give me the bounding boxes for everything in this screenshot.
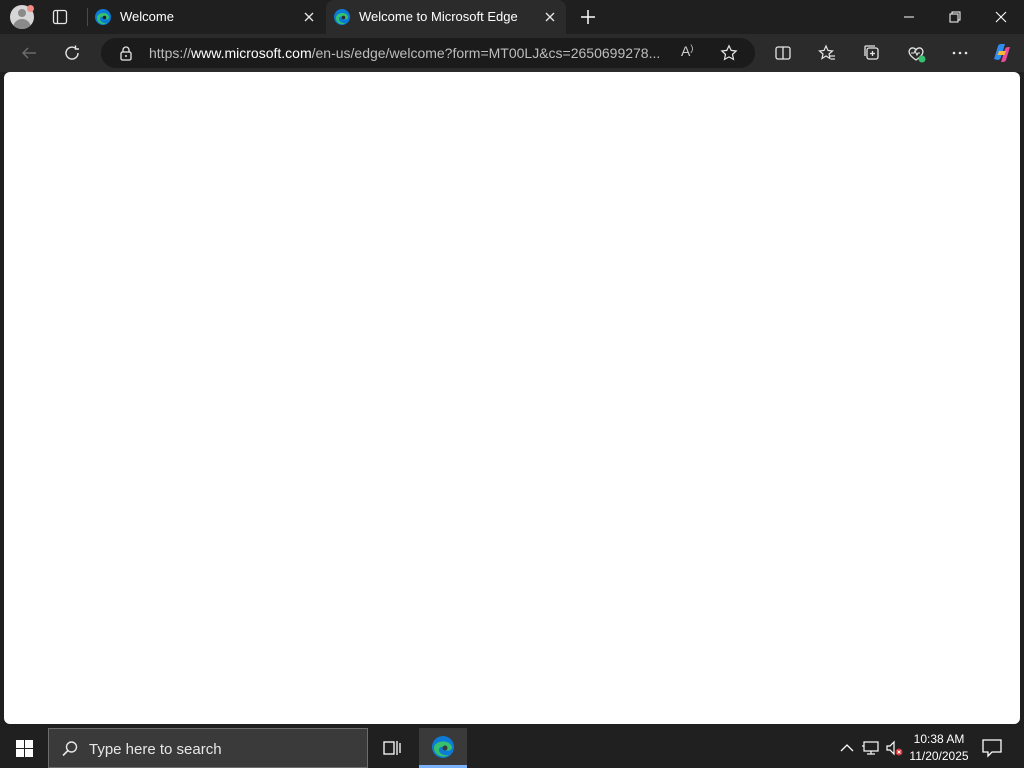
task-view-icon[interactable] [376,732,408,764]
back-button[interactable] [14,38,44,68]
favorites-icon [818,44,835,60]
restore-button[interactable] [932,0,978,34]
network-icon[interactable] [861,738,881,758]
profile-button[interactable] [0,0,44,34]
more-options-button[interactable] [945,38,975,68]
tab-welcome-to-microsoft-edge[interactable]: Welcome to Microsoft Edge [326,0,566,34]
read-aloud-button[interactable]: A) [681,43,703,63]
split-screen-button[interactable] [768,38,798,68]
window-close-button[interactable] [978,0,1024,34]
edge-favicon-icon [95,9,111,25]
url-host: www.microsoft.com [191,45,312,61]
edge-favicon-icon [334,9,350,25]
start-button[interactable] [0,728,48,768]
tab-welcome[interactable]: Welcome [87,0,325,34]
window-close-icon [995,11,1007,23]
page-content-area[interactable] [4,72,1020,724]
tab-title: Welcome [120,9,174,24]
edge-taskbar-icon [432,736,454,758]
tab-strip: Welcome Welcome to Microsoft Edge [0,0,1024,34]
tab-actions-icon [52,9,68,25]
favorite-star-icon[interactable] [720,44,738,62]
minimize-icon [904,16,914,18]
copilot-icon [994,44,1010,62]
show-hidden-icons-chevron[interactable] [837,738,857,758]
collections-button[interactable] [857,38,887,68]
url-scheme: https:// [149,45,192,61]
search-placeholder: Type here to search [89,741,222,758]
edge-taskbar-button[interactable] [419,728,467,768]
clock-date: 11/20/2025 [909,749,969,763]
url-text[interactable]: https://www.microsoft.com/en-us/edge/wel… [149,45,669,61]
tab-actions-menu-button[interactable] [46,5,74,29]
clock-time: 10:38 AM [913,732,965,746]
refresh-button[interactable] [57,38,87,68]
profile-status-dot [27,5,34,12]
url-path: /en-us/edge/welcome?form=MT00LJ&cs=26506… [311,45,661,61]
lock-icon[interactable] [118,45,134,61]
more-dots-icon [952,51,968,55]
taskbar-clock[interactable]: 10:38 AM 11/20/2025 [904,731,974,765]
close-icon[interactable] [542,9,558,25]
refresh-icon [65,45,79,60]
close-icon[interactable] [301,9,317,25]
notifications-icon[interactable] [980,736,1004,760]
browser-essentials-icon [908,47,926,63]
taskbar-search-box[interactable]: Type here to search [48,728,368,768]
read-aloud-icon: A [681,43,691,59]
favorites-button[interactable] [812,38,842,68]
search-magnifier-icon [62,741,78,757]
split-screen-icon [775,46,791,60]
new-tab-plus-icon[interactable] [577,6,599,28]
windows-taskbar: Type here to search 10:38 AM 11/20/2025 [0,728,1024,768]
copilot-button[interactable] [986,38,1016,68]
browser-essentials-button[interactable] [901,38,931,68]
collections-icon [864,45,879,60]
minimize-button[interactable] [886,0,932,34]
windows-start-icon [16,740,24,748]
back-arrow-icon [22,47,36,59]
tab-title: Welcome to Microsoft Edge [359,9,518,24]
restore-icon [949,11,961,23]
address-bar[interactable]: https://www.microsoft.com/en-us/edge/wel… [101,38,755,68]
volume-muted-icon[interactable] [884,738,904,758]
